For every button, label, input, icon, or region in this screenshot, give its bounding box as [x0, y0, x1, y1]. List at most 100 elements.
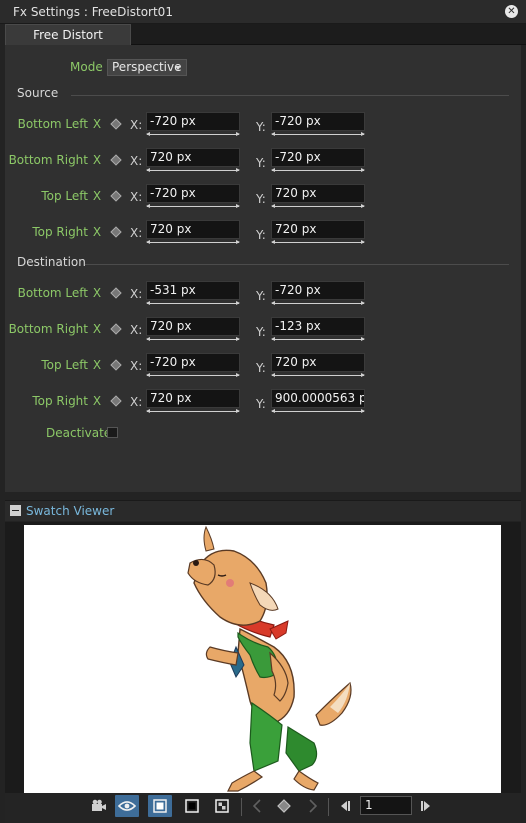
- source-heading: Source: [17, 86, 59, 100]
- settings-panel: Mode Perspective Source Bottom Left X X:…: [5, 45, 521, 492]
- source-bottom-left-y-field[interactable]: -720 px: [271, 112, 365, 131]
- destination-bottom-right-label: Bottom Right: [8, 322, 88, 336]
- keyframe-icon[interactable]: [110, 359, 122, 371]
- window-title: Fx Settings : FreeDistort01: [13, 5, 173, 19]
- character-preview-image: [187, 525, 352, 792]
- collapse-icon[interactable]: [10, 505, 21, 516]
- destination-top-left-link-button[interactable]: X: [92, 358, 102, 372]
- source-bottom-left-x-slider[interactable]: [146, 132, 240, 136]
- toolbar-divider: [241, 798, 242, 816]
- source-divider: [71, 95, 509, 96]
- x-axis-label: X:: [130, 359, 143, 373]
- source-top-right-link-button[interactable]: X: [92, 225, 102, 239]
- source-bottom-right-link-button[interactable]: X: [92, 153, 102, 167]
- destination-top-right-label: Top Right: [32, 394, 88, 408]
- eye-icon[interactable]: [115, 795, 139, 817]
- next-key-icon[interactable]: [301, 795, 325, 817]
- destination-bottom-right-y-field[interactable]: -123 px: [271, 317, 365, 336]
- source-bottom-right-y-field[interactable]: -720 px: [271, 148, 365, 167]
- destination-heading: Destination: [17, 255, 86, 269]
- prev-key-icon[interactable]: [245, 795, 269, 817]
- source-top-left-y-slider[interactable]: [271, 204, 365, 208]
- camera-icon[interactable]: [87, 795, 111, 817]
- destination-bottom-right-x-field[interactable]: 720 px: [146, 317, 240, 336]
- source-bottom-right-y-slider[interactable]: [271, 168, 365, 172]
- destination-top-right-y-field[interactable]: 900.0000563 px: [271, 389, 365, 408]
- destination-top-right-x-field[interactable]: 720 px: [146, 389, 240, 408]
- destination-bottom-right-link-button[interactable]: X: [92, 322, 102, 336]
- mode-select-value: Perspective: [112, 60, 182, 74]
- prev-frame-icon[interactable]: [332, 795, 356, 817]
- destination-divider: [85, 264, 509, 265]
- frame-number-input[interactable]: 1: [360, 796, 412, 815]
- x-axis-label: X:: [130, 118, 143, 132]
- x-axis-label: X:: [130, 287, 143, 301]
- destination-top-right-x-slider[interactable]: [146, 409, 240, 413]
- destination-top-left-y-slider[interactable]: [271, 373, 365, 377]
- tab-bar: Free Distort: [5, 24, 526, 45]
- destination-bottom-right-y-slider[interactable]: [271, 337, 365, 341]
- swatch-viewer-header: Swatch Viewer: [5, 500, 521, 521]
- destination-top-left-x-slider[interactable]: [146, 373, 240, 377]
- window-titlebar: Fx Settings : FreeDistort01 ✕: [0, 0, 526, 24]
- swatch-viewer[interactable]: [24, 525, 501, 793]
- mode-label: Mode: [70, 60, 103, 74]
- source-top-left-x-slider[interactable]: [146, 204, 240, 208]
- source-bottom-left-label: Bottom Left: [17, 117, 88, 131]
- source-bottom-left-y-slider[interactable]: [271, 132, 365, 136]
- y-axis-label: Y:: [256, 361, 266, 375]
- source-top-right-y-slider[interactable]: [271, 240, 365, 244]
- destination-bottom-left-x-slider[interactable]: [146, 301, 240, 305]
- destination-top-right-link-button[interactable]: X: [92, 394, 102, 408]
- keyframe-icon[interactable]: [110, 226, 122, 238]
- destination-bottom-right-x-slider[interactable]: [146, 337, 240, 341]
- source-bottom-right-x-field[interactable]: 720 px: [146, 148, 240, 167]
- source-bottom-right-x-slider[interactable]: [146, 168, 240, 172]
- close-icon[interactable]: ✕: [505, 5, 518, 18]
- destination-bottom-left-y-slider[interactable]: [271, 301, 365, 305]
- y-axis-label: Y:: [256, 228, 266, 242]
- y-axis-label: Y:: [256, 397, 266, 411]
- tab-free-distort[interactable]: Free Distort: [5, 24, 131, 45]
- checkerboard-icon[interactable]: [210, 795, 234, 817]
- destination-bottom-left-y-field[interactable]: -720 px: [271, 281, 365, 300]
- source-top-left-y-field[interactable]: 720 px: [271, 184, 365, 203]
- source-top-right-x-slider[interactable]: [146, 240, 240, 244]
- source-bottom-right-label: Bottom Right: [8, 153, 88, 167]
- viewer-toolbar: 1: [5, 793, 521, 823]
- keyframe-icon[interactable]: [110, 118, 122, 130]
- destination-top-left-x-field[interactable]: -720 px: [146, 353, 240, 372]
- x-axis-label: X:: [130, 395, 143, 409]
- source-top-left-link-button[interactable]: X: [92, 189, 102, 203]
- x-axis-label: X:: [130, 190, 143, 204]
- x-axis-label: X:: [130, 323, 143, 337]
- source-top-left-x-field[interactable]: -720 px: [146, 184, 240, 203]
- y-axis-label: Y:: [256, 289, 266, 303]
- keyframe-icon[interactable]: [110, 190, 122, 202]
- deactivate-checkbox[interactable]: [107, 427, 118, 438]
- source-top-right-x-field[interactable]: 720 px: [146, 220, 240, 239]
- y-axis-label: Y:: [256, 156, 266, 170]
- y-axis-label: Y:: [256, 192, 266, 206]
- keyframe-icon[interactable]: [110, 323, 122, 335]
- swatch-viewer-title[interactable]: Swatch Viewer: [26, 504, 114, 518]
- next-frame-icon[interactable]: [415, 795, 439, 817]
- x-axis-label: X:: [130, 154, 143, 168]
- source-top-right-y-field[interactable]: 720 px: [271, 220, 365, 239]
- keyframe-icon[interactable]: [110, 287, 122, 299]
- keyframe-icon[interactable]: [110, 395, 122, 407]
- frame-black-icon[interactable]: [180, 795, 204, 817]
- keyframe-icon[interactable]: [110, 154, 122, 166]
- y-axis-label: Y:: [256, 120, 266, 134]
- destination-bottom-left-link-button[interactable]: X: [92, 286, 102, 300]
- source-bottom-left-link-button[interactable]: X: [92, 117, 102, 131]
- destination-top-right-y-slider[interactable]: [271, 409, 365, 413]
- frame-white-icon[interactable]: [148, 795, 172, 817]
- destination-top-left-label: Top Left: [41, 358, 88, 372]
- keyframe-icon[interactable]: [272, 795, 296, 817]
- source-bottom-left-x-field[interactable]: -720 px: [146, 112, 240, 131]
- x-axis-label: X:: [130, 226, 143, 240]
- mode-select[interactable]: Perspective: [107, 59, 187, 76]
- destination-bottom-left-x-field[interactable]: -531 px: [146, 281, 240, 300]
- destination-top-left-y-field[interactable]: 720 px: [271, 353, 365, 372]
